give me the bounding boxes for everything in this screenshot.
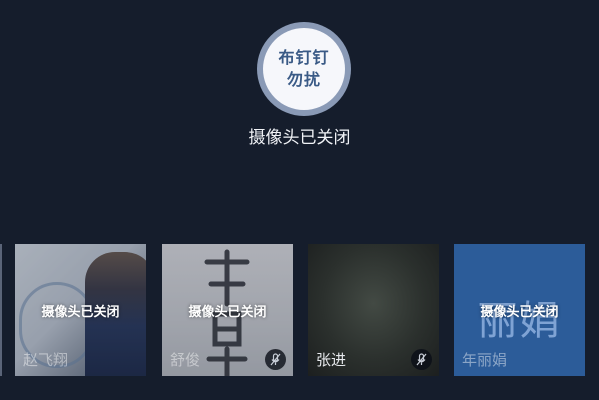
- mic-off-icon: [411, 349, 432, 370]
- participant-name: 舒俊: [170, 351, 201, 369]
- mic-off-icon: [265, 349, 286, 370]
- host-camera-status: 摄像头已关闭: [248, 128, 351, 148]
- host-avatar-text-line1: 布钉钉: [278, 48, 330, 67]
- host-video-area: 布钉钉 勿扰 摄像头已关闭: [0, 0, 599, 200]
- camera-off-label: 摄像头已关闭: [480, 305, 559, 320]
- host-avatar[interactable]: 布钉钉 勿扰: [257, 22, 351, 116]
- participant-name: 张进: [316, 351, 347, 369]
- camera-off-label: 摄像头已关闭: [188, 305, 267, 320]
- camera-off-label: 摄像头已关闭: [41, 305, 120, 320]
- participant-tile-partial[interactable]: [0, 244, 2, 376]
- participant-strip[interactable]: 摄像头已关闭 赵飞翔 摄像头已关闭 舒俊 张进 丽娟 摄像头已关闭 年丽娟: [0, 244, 599, 376]
- participant-name: 赵飞翔: [23, 351, 69, 369]
- participant-tile[interactable]: 张进: [308, 244, 439, 376]
- participant-tile[interactable]: 摄像头已关闭 赵飞翔: [15, 244, 146, 376]
- participant-name: 年丽娟: [462, 351, 508, 369]
- participant-tile[interactable]: 丽娟 摄像头已关闭 年丽娟: [454, 244, 585, 376]
- host-avatar-image: 布钉钉 勿扰: [263, 28, 345, 110]
- participant-tile[interactable]: 摄像头已关闭 舒俊: [162, 244, 293, 376]
- host-avatar-text-line2: 勿扰: [286, 70, 321, 89]
